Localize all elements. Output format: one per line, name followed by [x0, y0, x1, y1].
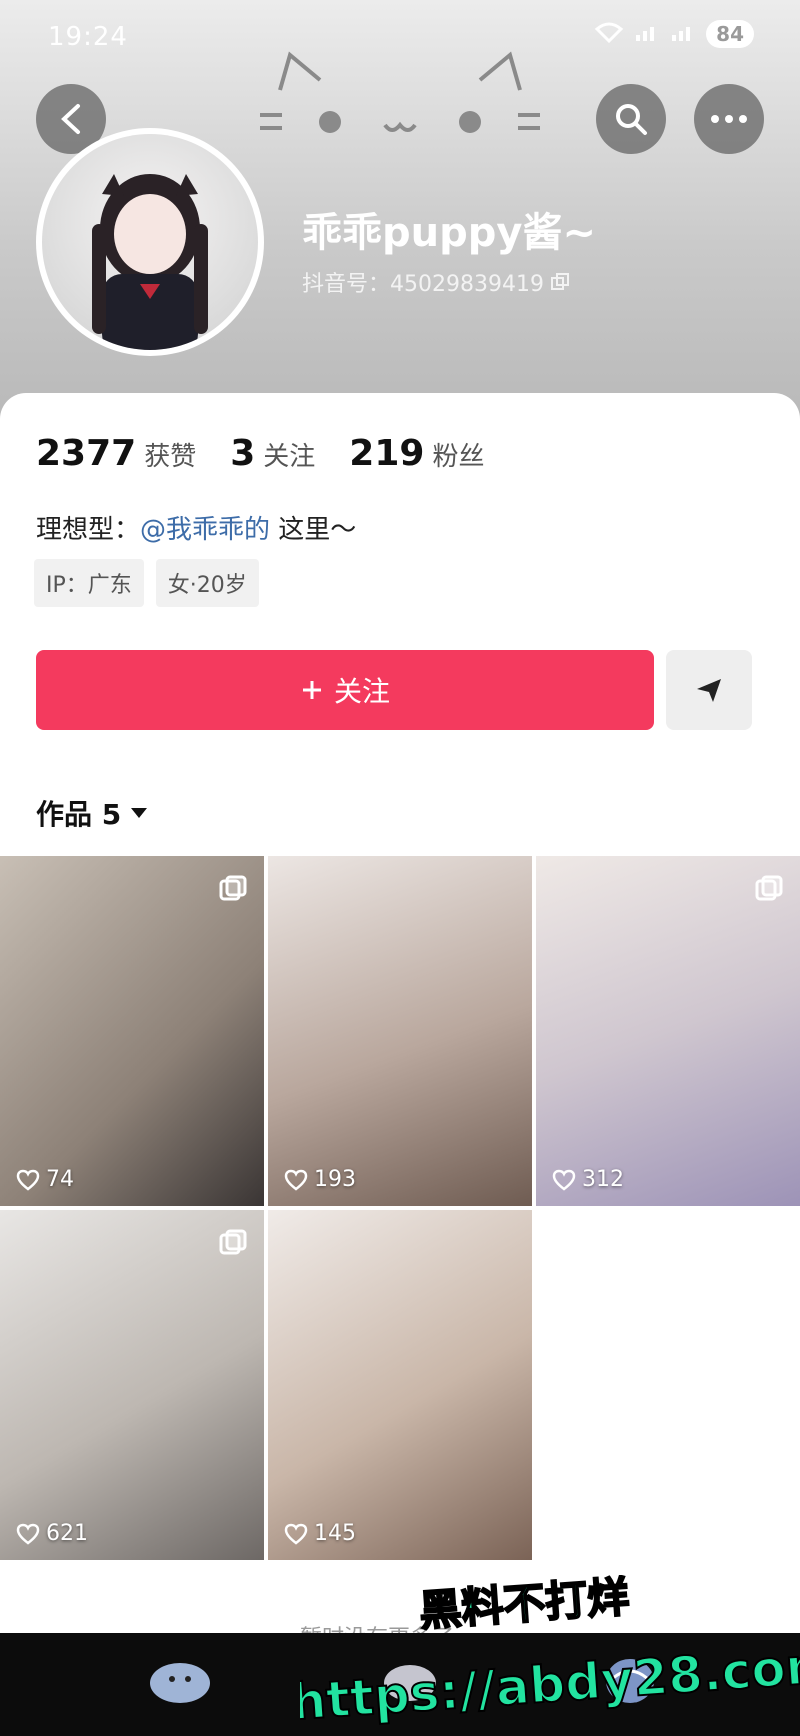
- work-thumbnail[interactable]: 621: [0, 1210, 264, 1560]
- status-time: 19:24: [48, 22, 128, 52]
- heart-icon: [284, 1169, 308, 1191]
- ip-tag: IP：广东: [34, 559, 144, 607]
- works-tab[interactable]: 作品 5: [36, 793, 149, 833]
- gender-age-tag: 女·20岁: [155, 559, 259, 607]
- signal-icon: [634, 21, 660, 47]
- like-count: 74: [16, 1167, 74, 1192]
- stat-following[interactable]: 3 关注: [230, 433, 315, 474]
- avatar[interactable]: [36, 128, 264, 356]
- status-icons: 84: [594, 20, 754, 48]
- more-button[interactable]: [694, 84, 764, 154]
- signal-icon: [670, 21, 696, 47]
- work-thumbnail[interactable]: 193: [268, 856, 532, 1206]
- search-button[interactable]: [596, 84, 666, 154]
- bio-mention-link[interactable]: @我乖乖的: [140, 515, 270, 545]
- bottom-sticker-icon[interactable]: [140, 1641, 220, 1711]
- back-icon: [61, 104, 80, 134]
- profile-header: 19:24 84 乖乖puppy酱~ 抖音号：45029839419: [0, 0, 800, 420]
- send-icon: [697, 679, 721, 702]
- multi-image-icon: [219, 875, 247, 901]
- copy-icon[interactable]: [550, 272, 570, 292]
- search-icon: [616, 104, 647, 135]
- bio: 理想型：@我乖乖的 这里～: [36, 509, 356, 546]
- douyin-id[interactable]: 抖音号：45029839419: [302, 266, 570, 298]
- avatar-image: [42, 134, 258, 350]
- heart-icon: [16, 1523, 40, 1545]
- profile-name: 乖乖puppy酱~: [302, 210, 596, 256]
- like-count: 621: [16, 1521, 88, 1546]
- multi-image-icon: [755, 875, 783, 901]
- bio-prefix: 理想型：: [36, 515, 141, 545]
- multi-image-icon: [219, 1229, 247, 1255]
- battery-indicator: 84: [706, 20, 754, 48]
- plus-icon: [302, 681, 321, 699]
- tag-row: IP：广东 女·20岁: [34, 559, 259, 607]
- follow-button[interactable]: 关注: [36, 650, 654, 730]
- follow-label: 关注: [333, 675, 390, 708]
- heart-icon: [552, 1169, 576, 1191]
- watermark: 黑料不打烊 https://abdy28.com: [300, 1575, 800, 1733]
- stat-likes[interactable]: 2377 获赞: [36, 433, 196, 474]
- bio-suffix: 这里～: [270, 515, 357, 545]
- like-count: 312: [552, 1167, 624, 1192]
- wifi-icon: [594, 21, 624, 47]
- work-thumbnail[interactable]: 312: [536, 856, 800, 1206]
- work-thumbnail[interactable]: 74: [0, 856, 264, 1206]
- like-count: 193: [284, 1167, 356, 1192]
- stats-row: 2377 获赞 3 关注 219 粉丝: [36, 433, 484, 474]
- svg-text:黑料不打烊: 黑料不打烊: [418, 1575, 631, 1636]
- svg-text:https://abdy28.com: https://abdy28.com: [300, 1635, 800, 1731]
- works-label: 作品 5: [36, 798, 122, 831]
- work-thumbnail[interactable]: 145: [268, 1210, 532, 1560]
- heart-icon: [16, 1169, 40, 1191]
- more-icon: [711, 115, 747, 123]
- cat-face-decoration: [260, 51, 540, 133]
- like-count: 145: [284, 1521, 356, 1546]
- send-message-button[interactable]: [666, 650, 752, 730]
- heart-icon: [284, 1523, 308, 1545]
- caret-down-icon: [131, 808, 148, 818]
- douyin-id-text: 抖音号：45029839419: [302, 272, 544, 297]
- stat-followers[interactable]: 219 粉丝: [349, 433, 484, 474]
- profile-card: 2377 获赞 3 关注 219 粉丝 理想型：@我乖乖的 这里～ IP：广东 女·2…: [0, 393, 800, 1633]
